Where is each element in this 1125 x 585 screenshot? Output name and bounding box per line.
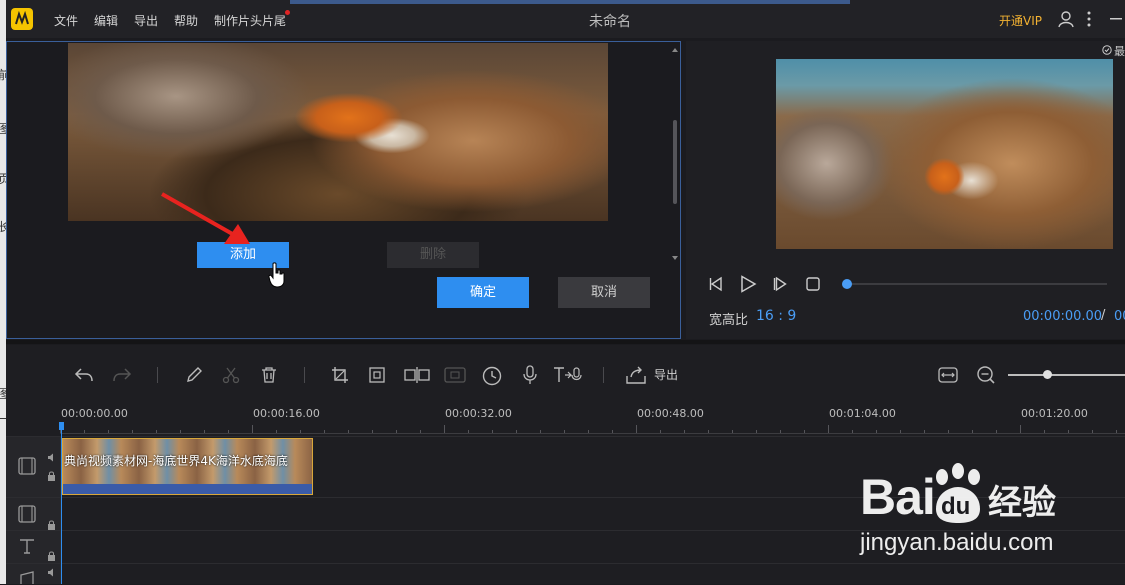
stop-icon[interactable]	[806, 277, 820, 291]
lock-icon[interactable]	[47, 551, 56, 561]
scroll-down-icon[interactable]	[672, 256, 678, 260]
watermark-product: 经验	[988, 483, 1056, 523]
undo-icon[interactable]	[74, 366, 94, 384]
media-thumbnail-image[interactable]	[68, 43, 608, 221]
clip-label: 典尚视频素材网-海底世界4K海洋水底海底	[64, 454, 288, 468]
play-icon[interactable]	[739, 275, 757, 293]
crop-icon[interactable]	[331, 366, 349, 384]
toolbar-divider	[603, 367, 604, 383]
fullscreen-label[interactable]: 最	[1114, 43, 1125, 59]
menu-intro-outro[interactable]: 制作片头片尾	[214, 12, 286, 29]
next-frame-icon[interactable]	[772, 276, 788, 292]
app-logo-icon	[11, 8, 33, 30]
mosaic-icon[interactable]	[444, 366, 466, 384]
prev-frame-icon[interactable]	[708, 276, 724, 292]
playback-progress-knob[interactable]	[842, 279, 852, 289]
time-separator: /	[1101, 308, 1106, 323]
preview-video-frame	[776, 59, 1113, 249]
cursor-icon	[268, 262, 286, 288]
zoom-out-icon[interactable]	[976, 365, 996, 385]
ruler-baseline	[60, 433, 1125, 434]
scroll-up-icon[interactable]	[672, 48, 678, 52]
more-icon[interactable]	[1086, 11, 1092, 27]
notification-dot	[285, 10, 290, 15]
current-time: 00:00:00.00	[1023, 309, 1103, 324]
menu-file[interactable]: 文件	[54, 12, 78, 29]
audio-track-row	[6, 563, 1125, 585]
redo-icon[interactable]	[112, 366, 132, 384]
window-title: 未命名	[589, 14, 631, 30]
annotation-arrow-icon	[158, 190, 258, 250]
video-track-icon	[17, 504, 37, 524]
aspect-ratio-value[interactable]: 16 : 9	[756, 308, 796, 324]
microphone-icon[interactable]	[523, 365, 537, 385]
text-track-icon	[18, 537, 36, 555]
export-button-label[interactable]: 导出	[654, 366, 678, 383]
watermark-url: jingyan.baidu.com	[860, 529, 1054, 556]
trash-icon[interactable]	[260, 366, 278, 384]
scissors-icon[interactable]	[222, 366, 240, 384]
ruler-label: 00:01:04.00	[829, 407, 896, 420]
menu-edit[interactable]: 编辑	[94, 12, 118, 29]
watermark-brand-du: du	[941, 493, 971, 520]
ruler-label: 00:00:16.00	[253, 407, 320, 420]
lock-icon[interactable]	[47, 520, 56, 530]
menu-help[interactable]: 帮助	[174, 12, 198, 29]
total-time: 00	[1114, 309, 1125, 324]
minimize-icon[interactable]	[1110, 18, 1122, 20]
playhead[interactable]	[61, 424, 62, 584]
cancel-button[interactable]: 取消	[558, 277, 650, 308]
clock-icon[interactable]	[482, 366, 502, 386]
background-tabs-strip	[290, 0, 850, 4]
check-icon[interactable]	[1102, 45, 1112, 55]
zoom-slider-knob[interactable]	[1043, 370, 1052, 379]
lock-icon[interactable]	[47, 471, 56, 481]
menu-export[interactable]: 导出	[134, 12, 158, 29]
vip-button[interactable]: 开通VIP	[999, 12, 1042, 29]
ruler-label: 00:00:00.00	[61, 407, 128, 420]
playback-progress-track[interactable]	[847, 283, 1107, 285]
ruler-label: 00:00:48.00	[637, 407, 704, 420]
volume-icon[interactable]	[47, 568, 57, 577]
dialog-scrollbar[interactable]	[673, 120, 677, 204]
toolbar-divider	[157, 367, 158, 383]
export-icon[interactable]	[626, 366, 646, 384]
video-track-icon	[17, 456, 37, 476]
watermark-brand: Bai	[860, 469, 936, 525]
split-icon[interactable]	[404, 366, 430, 384]
user-icon[interactable]	[1057, 10, 1075, 28]
ruler-label: 00:01:20.00	[1021, 407, 1088, 420]
toolbar-divider	[304, 367, 305, 383]
text-to-speech-icon[interactable]	[553, 366, 583, 384]
delete-button[interactable]: 删除	[387, 242, 479, 268]
zoom-slider-track[interactable]	[1008, 374, 1125, 376]
fit-icon[interactable]	[938, 366, 958, 384]
panel-divider[interactable]	[6, 340, 1125, 344]
confirm-button[interactable]: 确定	[437, 277, 529, 308]
ruler-label: 00:00:32.00	[445, 407, 512, 420]
resize-icon[interactable]	[368, 366, 386, 384]
volume-icon[interactable]	[47, 453, 57, 462]
pencil-icon[interactable]	[185, 366, 203, 384]
audio-track-icon	[19, 569, 35, 584]
aspect-ratio-label: 宽高比	[709, 313, 749, 328]
